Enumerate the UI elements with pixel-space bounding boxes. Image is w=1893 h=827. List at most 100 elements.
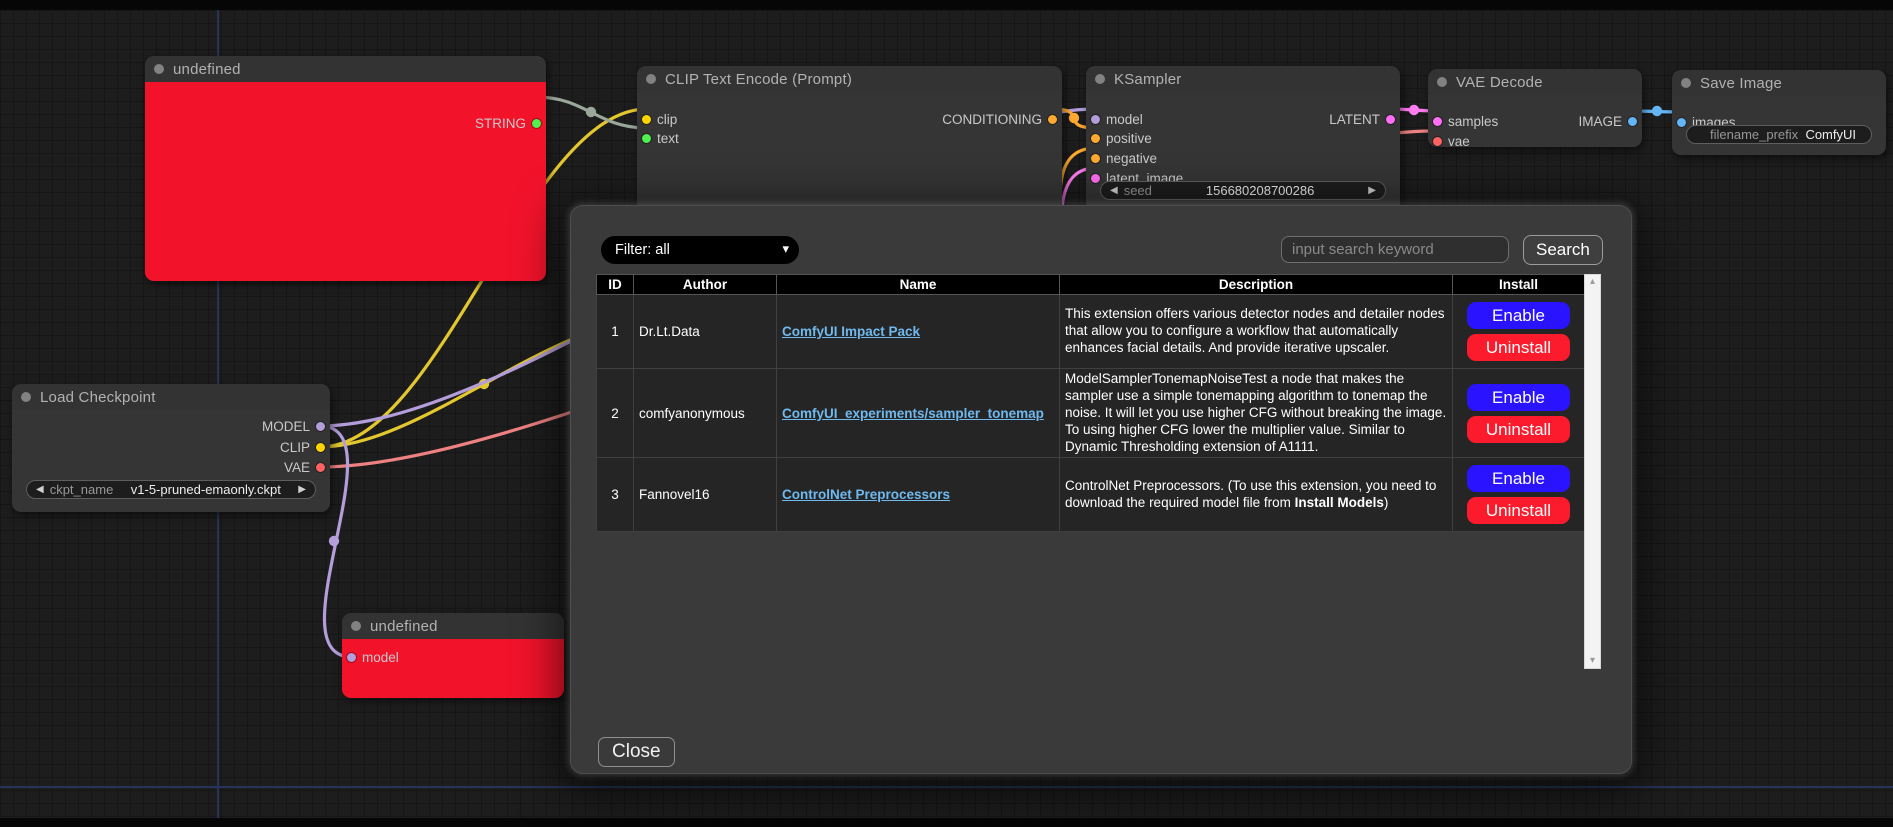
node-collapse-dot[interactable] [21,392,31,402]
vae-input-pin[interactable] [1433,137,1442,146]
node-title-bar[interactable]: CLIP Text Encode (Prompt) [637,66,1062,92]
cell-description: ControlNet Preprocessors. (To use this e… [1060,458,1453,532]
text-input-pin[interactable] [642,134,651,143]
node-body: model [342,639,564,698]
node-title-bar[interactable]: Load Checkpoint [12,384,330,410]
cell-author: Dr.Lt.Data [634,295,777,369]
node-title: VAE Decode [1456,74,1543,91]
extension-link[interactable]: ControlNet Preprocessors [782,487,950,502]
node-collapse-dot[interactable] [1095,74,1105,84]
input-slot-model: model [347,647,399,667]
node-body: images filename_prefix ComfyUI [1672,96,1886,155]
node-load-checkpoint[interactable]: Load Checkpoint MODEL CLIP VAE ◀ ckpt_na… [12,384,330,512]
node-collapse-dot[interactable] [351,621,361,631]
input-slot-negative: negative [1091,148,1157,168]
arrow-left-icon[interactable]: ◀ [36,485,44,495]
node-title: Load Checkpoint [40,389,156,406]
samples-input-pin[interactable] [1433,117,1442,126]
cell-author: Fannovel16 [634,458,777,532]
cell-install: Enable Uninstall [1453,295,1585,369]
output-slot-latent: LATENT [1329,109,1395,129]
extension-manager-dialog: Filter: all ▾ Search ID Author Name Desc… [570,205,1632,774]
output-slot-image: IMAGE [1578,111,1637,131]
output-slot-string: STRING [475,113,541,133]
vae-output-pin[interactable] [316,463,325,472]
table-row: 3 Fannovel16 ControlNet Preprocessors Co… [597,458,1585,532]
enable-button[interactable]: Enable [1467,384,1570,411]
node-body: samples vae IMAGE [1428,95,1642,147]
node-collapse-dot[interactable] [646,74,656,84]
enable-button[interactable]: Enable [1467,302,1570,329]
header-install: Install [1453,275,1585,295]
model-output-pin[interactable] [316,422,325,431]
arrow-right-icon[interactable]: ▶ [298,485,306,495]
node-title-bar[interactable]: undefined [342,613,564,639]
node-save-image[interactable]: Save Image images filename_prefix ComfyU… [1672,70,1886,155]
arrow-right-icon[interactable]: ▶ [1368,186,1376,196]
uninstall-button[interactable]: Uninstall [1467,497,1570,524]
close-button[interactable]: Close [598,737,675,767]
cell-name: ControlNet Preprocessors [777,458,1060,532]
node-collapse-dot[interactable] [1681,78,1691,88]
ckpt-name-widget[interactable]: ◀ ckpt_name v1-5-pruned-emaonly.ckpt ▶ [26,480,316,499]
cell-author: comfyanonymous [634,369,777,458]
seed-widget[interactable]: ◀ seed 156680208700286 ▶ [1100,181,1386,200]
table-row: 2 comfyanonymous ComfyUI_experiments/sam… [597,369,1585,458]
cell-name: ComfyUI Impact Pack [777,295,1060,369]
conditioning-output-pin[interactable] [1048,115,1057,124]
filename-prefix-widget[interactable]: filename_prefix ComfyUI [1686,125,1872,144]
scroll-down-icon[interactable]: ▾ [1590,654,1595,668]
node-title: undefined [173,61,241,78]
arrow-left-icon[interactable]: ◀ [1110,186,1118,196]
node-vae-decode[interactable]: VAE Decode samples vae IMAGE [1428,69,1642,147]
node-title: KSampler [1114,71,1181,88]
node-collapse-dot[interactable] [1437,77,1447,87]
model-input-pin[interactable] [347,653,356,662]
node-undefined-bottom[interactable]: undefined model [342,613,564,698]
node-collapse-dot[interactable] [154,64,164,74]
wire-midpoint-dot [1409,105,1419,115]
search-button[interactable]: Search [1523,235,1603,265]
table-scrollbar[interactable]: ▴ ▾ [1584,274,1601,669]
scroll-up-icon[interactable]: ▴ [1590,275,1595,289]
extension-link[interactable]: ComfyUI_experiments/sampler_tonemap [782,406,1044,421]
string-output-pin[interactable] [532,119,541,128]
uninstall-button[interactable]: Uninstall [1467,334,1570,361]
clip-output-pin[interactable] [316,443,325,452]
clip-input-pin[interactable] [642,115,651,124]
uninstall-button[interactable]: Uninstall [1467,416,1570,443]
node-title-bar[interactable]: KSampler [1086,66,1400,92]
wire-midpoint-dot [586,107,596,117]
negative-input-pin[interactable] [1091,154,1100,163]
header-description: Description [1060,275,1453,295]
cell-install: Enable Uninstall [1453,458,1585,532]
node-title-bar[interactable]: VAE Decode [1428,69,1642,95]
enable-button[interactable]: Enable [1467,465,1570,492]
node-clip-text-encode[interactable]: CLIP Text Encode (Prompt) clip text COND… [637,66,1062,216]
positive-input-pin[interactable] [1091,134,1100,143]
images-input-pin[interactable] [1677,118,1686,127]
header-name: Name [777,275,1060,295]
table-row: 1 Dr.Lt.Data ComfyUI Impact Pack This ex… [597,295,1585,369]
node-ksampler[interactable]: KSampler model positive negative latent_… [1086,66,1400,216]
cell-install: Enable Uninstall [1453,369,1585,458]
node-title: CLIP Text Encode (Prompt) [665,71,852,88]
output-slot-model: MODEL [262,416,325,436]
wire-midpoint-dot [1652,106,1662,116]
search-input[interactable] [1281,236,1509,263]
filter-select[interactable]: Filter: all [601,236,799,264]
extension-link[interactable]: ComfyUI Impact Pack [782,324,920,339]
cell-id: 1 [597,295,634,369]
node-body: clip text CONDITIONING [637,92,1062,216]
node-body: MODEL CLIP VAE ◀ ckpt_name v1-5-pruned-e… [12,410,330,512]
header-author: Author [634,275,777,295]
latent-output-pin[interactable] [1386,115,1395,124]
node-title-bar[interactable]: Save Image [1672,70,1886,96]
node-undefined-top[interactable]: undefined STRING [145,56,546,281]
cell-id: 2 [597,369,634,458]
header-id: ID [597,275,634,295]
node-title-bar[interactable]: undefined [145,56,546,82]
latent-image-input-pin[interactable] [1091,174,1100,183]
image-output-pin[interactable] [1628,117,1637,126]
model-input-pin[interactable] [1091,115,1100,124]
